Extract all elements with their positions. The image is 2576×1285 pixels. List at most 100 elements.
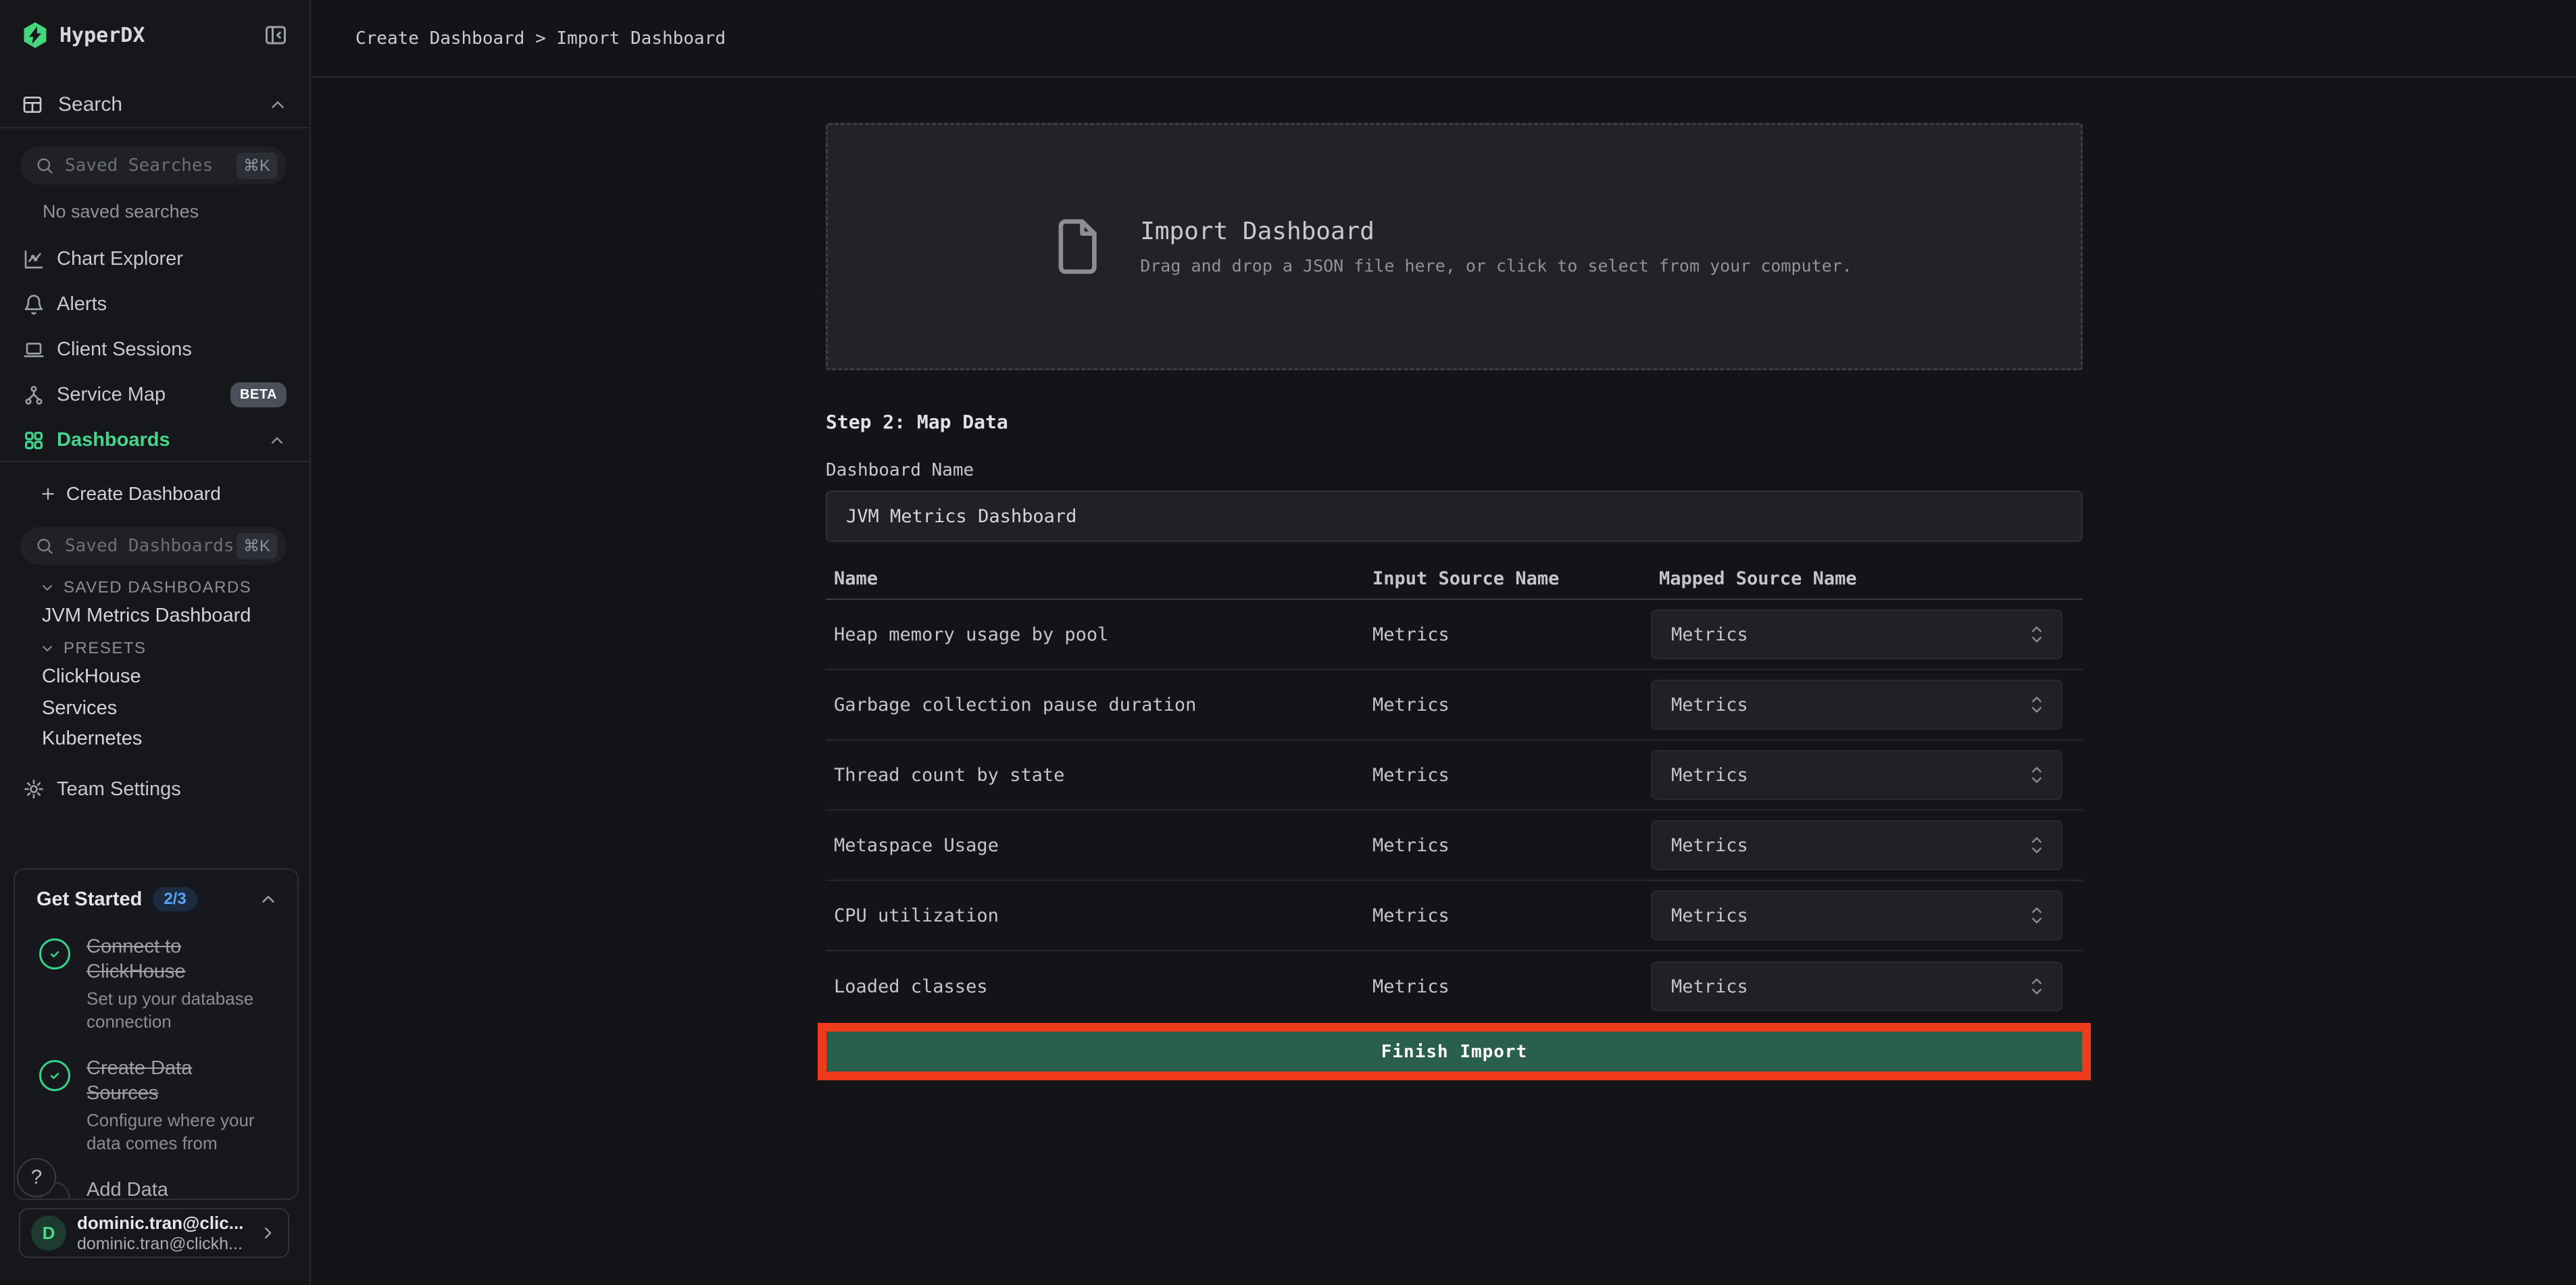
saved-dashboards-input[interactable]: Saved Dashboards ⌘K	[20, 527, 287, 565]
chevron-up-icon[interactable]	[258, 889, 278, 909]
logo-row: HyperDX	[0, 14, 309, 57]
help-button[interactable]: ?	[17, 1158, 56, 1197]
sidebar-item-services[interactable]: Services	[0, 694, 309, 722]
collapse-sidebar-icon[interactable]	[264, 23, 288, 47]
preset-link-label: ClickHouse	[42, 665, 141, 688]
get-started-card: Get Started 2/3 Connect to ClickHouse Se…	[14, 868, 299, 1200]
step-title: Add Data	[86, 1178, 255, 1200]
get-started-title: Get Started	[36, 888, 142, 911]
search-icon	[35, 536, 54, 555]
row-input-source: Metrics	[1364, 695, 1651, 715]
sidebar-item-team-settings[interactable]: Team Settings	[0, 769, 309, 809]
sidebar-nav: Chart Explorer Alerts Client Sessions Se…	[0, 236, 309, 463]
service-map-icon	[23, 384, 45, 406]
chart-explorer-icon	[23, 249, 45, 270]
nav-label: Chart Explorer	[57, 248, 183, 270]
column-header: Input Source Name	[1364, 568, 1651, 589]
finish-import-button[interactable]: Finish Import	[826, 1032, 2082, 1072]
select-value: Metrics	[1671, 624, 1748, 645]
nav-label: Alerts	[57, 293, 107, 316]
column-header: Mapped Source Name	[1651, 568, 2083, 589]
sidebar-item-dashboards[interactable]: Dashboards	[0, 418, 309, 463]
dropzone-texts: Import Dashboard Drag and drop a JSON fi…	[1140, 218, 1852, 276]
mapped-source-select[interactable]: Metrics	[1651, 820, 2062, 870]
saved-searches-input[interactable]: Saved Searches ⌘K	[20, 147, 287, 184]
progress-badge: 2/3	[153, 887, 197, 911]
get-started-step-sources[interactable]: Create Data Sources Configure where your…	[15, 1056, 297, 1155]
sidebar-item-service-map[interactable]: Service Map BETA	[0, 372, 309, 418]
search-section-label: Search	[58, 93, 122, 116]
mapped-source-select[interactable]: Metrics	[1651, 750, 2062, 800]
user-profile-button[interactable]: D dominic.tran@clic... dominic.tran@clic…	[19, 1208, 289, 1258]
row-input-source: Metrics	[1364, 624, 1651, 645]
sidebar-item-client-sessions[interactable]: Client Sessions	[0, 327, 309, 372]
select-value: Metrics	[1671, 976, 1748, 997]
mapped-source-select[interactable]: Metrics	[1651, 609, 2062, 659]
get-started-step-connect[interactable]: Connect to ClickHouse Set up your databa…	[15, 934, 297, 1033]
mapped-source-select[interactable]: Metrics	[1651, 961, 2062, 1011]
main-area: Create Dashboard > Import Dashboard Impo…	[312, 0, 2576, 1285]
sidebar-item-clickhouse[interactable]: ClickHouse	[0, 662, 309, 690]
nav-label: Client Sessions	[57, 338, 192, 361]
row-input-source: Metrics	[1364, 976, 1651, 997]
presets-section-header[interactable]: PRESETS	[0, 635, 309, 662]
row-name: Heap memory usage by pool	[826, 624, 1364, 645]
sidebar: HyperDX Search Saved Searches ⌘K No save…	[0, 0, 311, 1285]
chevron-up-down-icon	[2027, 623, 2046, 646]
beta-badge: BETA	[230, 382, 287, 407]
select-value: Metrics	[1671, 695, 1748, 715]
saved-dashboards-placeholder: Saved Dashboards	[65, 536, 234, 556]
step-title: Create Data Sources	[86, 1056, 262, 1106]
help-label: ?	[31, 1166, 43, 1189]
team-settings-label: Team Settings	[57, 778, 181, 801]
shortcut-badge: ⌘K	[237, 533, 277, 559]
create-dashboard-label: Create Dashboard	[66, 483, 221, 505]
plus-icon	[39, 485, 57, 503]
table-row: Loaded classes Metrics Metrics	[826, 951, 2083, 1022]
dashboard-name-label: Dashboard Name	[826, 459, 2083, 481]
create-dashboard-button[interactable]: Create Dashboard	[0, 477, 309, 511]
section-label: PRESETS	[64, 639, 147, 658]
saved-dashboards-section-header[interactable]: SAVED DASHBOARDS	[0, 574, 309, 601]
table-row: CPU utilization Metrics Metrics	[826, 881, 2083, 951]
row-input-source: Metrics	[1364, 835, 1651, 856]
step-title: Connect to ClickHouse	[86, 934, 262, 984]
table-row: Heap memory usage by pool Metrics Metric…	[826, 600, 2083, 670]
sidebar-item-chart-explorer[interactable]: Chart Explorer	[0, 236, 309, 282]
dropzone-subtitle: Drag and drop a JSON file here, or click…	[1140, 256, 1852, 276]
chevron-up-down-icon	[2027, 763, 2046, 786]
sidebar-item-jvm-metrics-dashboard[interactable]: JVM Metrics Dashboard	[0, 601, 309, 630]
step-title: Step 2: Map Data	[826, 411, 2083, 434]
annotation-highlight-box: Finish Import	[818, 1023, 2091, 1080]
divider	[0, 127, 309, 128]
row-input-source: Metrics	[1364, 905, 1651, 926]
hyperdx-logo-icon	[22, 22, 49, 49]
avatar: D	[31, 1215, 66, 1251]
get-started-step-add-data[interactable]: Add Data Start sending logs, metrics, or…	[15, 1178, 297, 1200]
breadcrumb[interactable]: Create Dashboard > Import Dashboard	[355, 28, 726, 49]
gear-icon	[23, 778, 45, 800]
saved-searches-placeholder: Saved Searches	[65, 155, 213, 176]
dropzone-title: Import Dashboard	[1140, 218, 1852, 245]
sidebar-item-kubernetes[interactable]: Kubernetes	[0, 724, 309, 753]
mapped-source-select[interactable]: Metrics	[1651, 680, 2062, 730]
app-title: HyperDX	[59, 24, 145, 47]
nav-label: Service Map	[57, 384, 166, 406]
preset-link-label: Kubernetes	[42, 728, 142, 750]
mapping-table: Name Input Source Name Mapped Source Nam…	[826, 558, 2083, 1022]
sidebar-item-alerts[interactable]: Alerts	[0, 282, 309, 327]
mapped-source-select[interactable]: Metrics	[1651, 890, 2062, 940]
divider	[0, 461, 309, 462]
laptop-icon	[23, 339, 45, 361]
import-dropzone[interactable]: Import Dashboard Drag and drop a JSON fi…	[826, 123, 2083, 370]
chevron-up-icon[interactable]	[268, 431, 287, 450]
profile-email: dominic.tran@clickh...	[77, 1234, 243, 1254]
dashboard-name-input[interactable]	[826, 490, 2083, 542]
chevron-down-icon	[39, 640, 55, 657]
table-row: Metaspace Usage Metrics Metrics	[826, 811, 2083, 881]
import-content: Import Dashboard Drag and drop a JSON fi…	[826, 123, 2083, 1080]
section-label: SAVED DASHBOARDS	[64, 578, 251, 597]
chevron-up-icon[interactable]	[268, 95, 288, 115]
sidebar-section-search[interactable]: Search	[0, 83, 309, 126]
file-icon	[1056, 218, 1101, 276]
